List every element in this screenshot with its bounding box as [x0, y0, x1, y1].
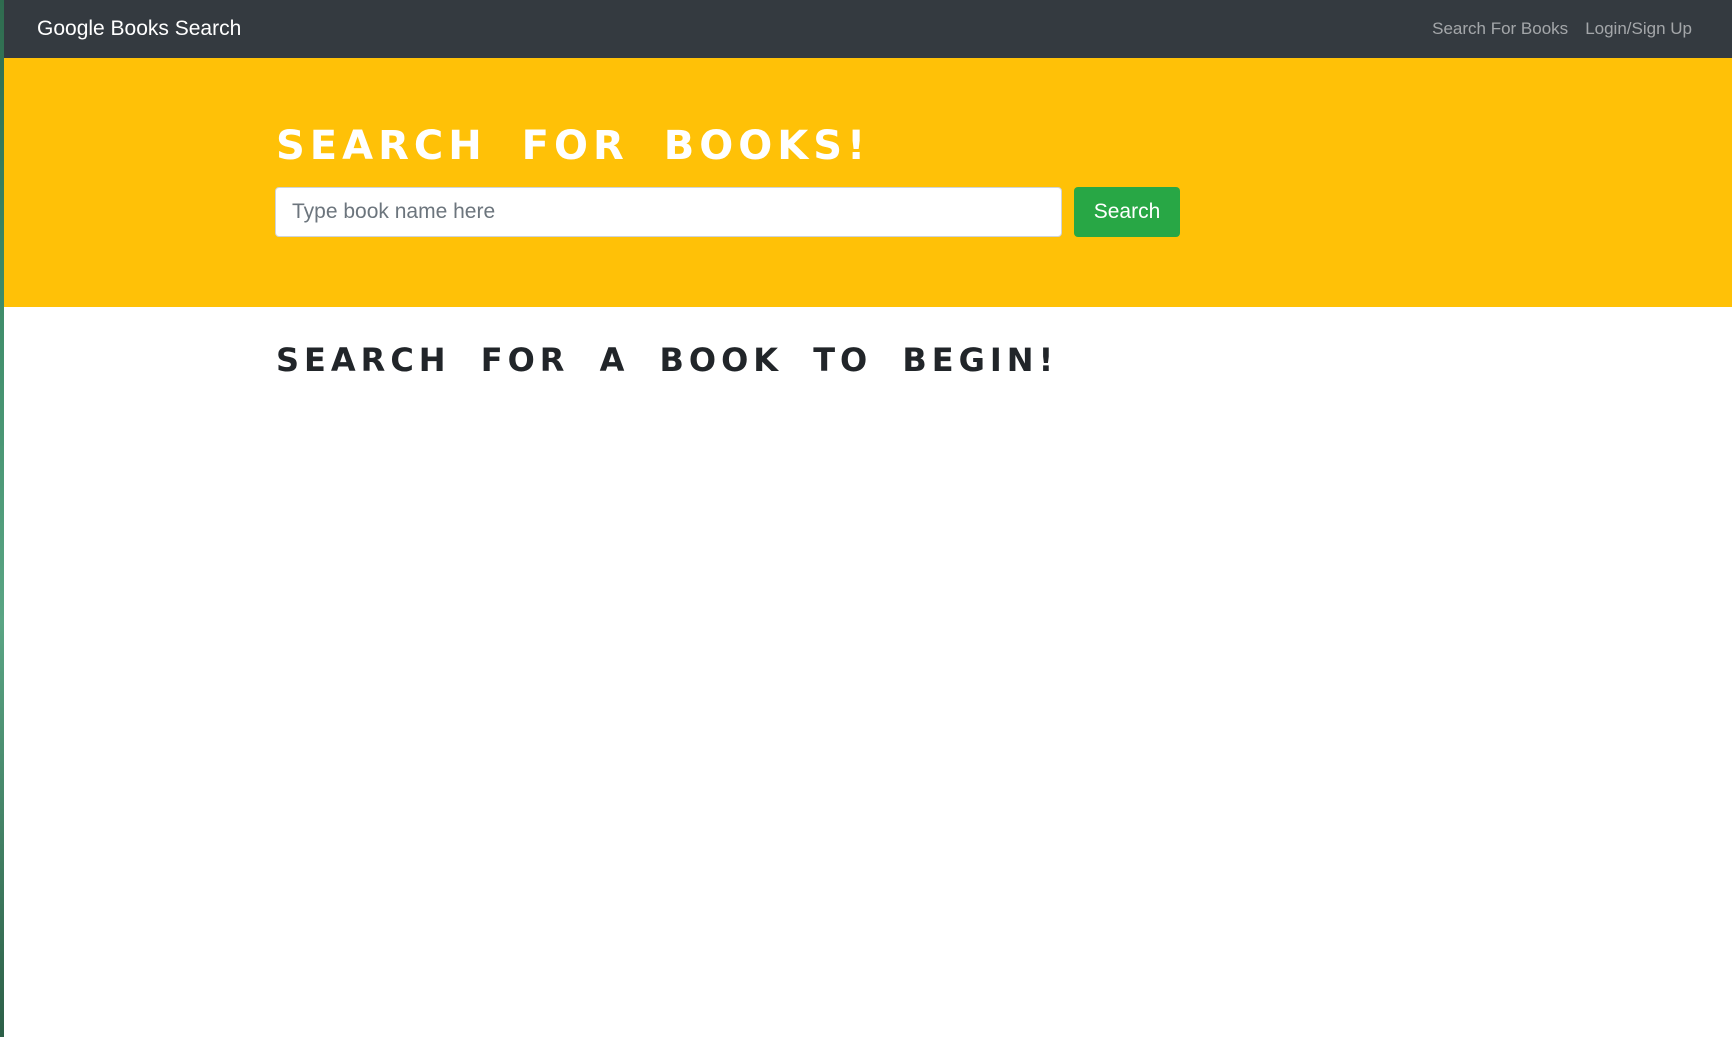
- book-search-input[interactable]: [275, 187, 1062, 237]
- navbar-brand[interactable]: Google Books Search: [37, 17, 241, 41]
- navbar-links: Search For Books Login/Sign Up: [1432, 18, 1692, 40]
- nav-link-search-for-books[interactable]: Search For Books: [1432, 18, 1568, 40]
- results-status-heading: Search for a book to begin!: [276, 341, 1059, 379]
- top-navbar: Google Books Search Search For Books Log…: [4, 0, 1732, 58]
- search-hero: Search For Books! Search: [4, 58, 1732, 307]
- hero-title: Search For Books!: [276, 123, 871, 169]
- search-button[interactable]: Search: [1074, 187, 1180, 237]
- nav-link-login-signup[interactable]: Login/Sign Up: [1585, 18, 1692, 40]
